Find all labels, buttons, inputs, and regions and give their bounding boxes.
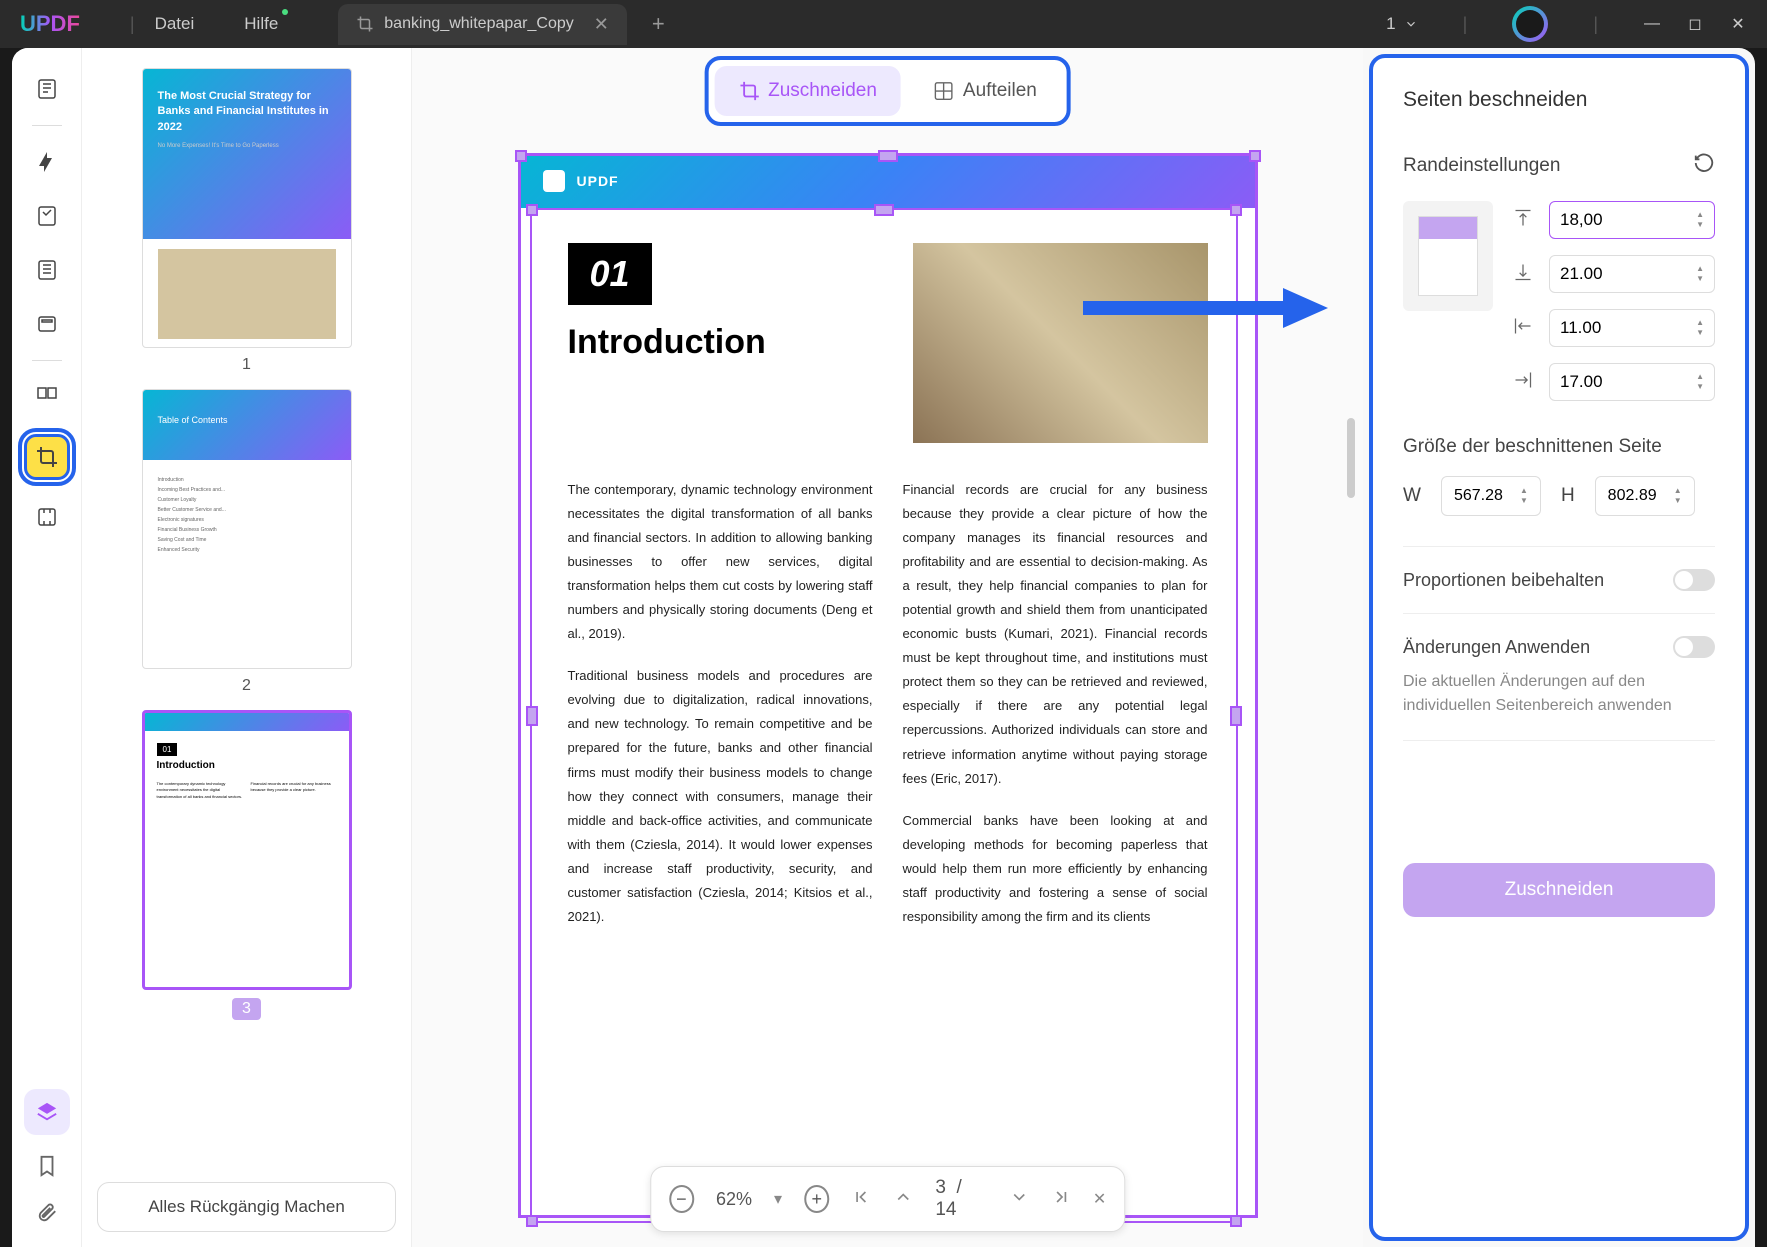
margin-right-icon	[1513, 370, 1537, 395]
next-page-button[interactable]	[1009, 1187, 1029, 1212]
annotate-tool[interactable]	[24, 193, 70, 239]
scrollbar[interactable]	[1347, 418, 1355, 498]
highlight-tool[interactable]	[24, 139, 70, 185]
split-icon	[933, 80, 955, 102]
crop-panel: Seiten beschneiden Randeinstellungen 18,…	[1369, 54, 1749, 1241]
thumb-number: 3	[232, 998, 261, 1020]
page-number: 1	[1386, 14, 1395, 34]
prev-page-button[interactable]	[893, 1187, 913, 1212]
crop-handle-tr[interactable]	[1249, 150, 1261, 162]
apply-description: Die aktuellen Änderungen auf den individ…	[1403, 670, 1715, 718]
layers-button[interactable]	[24, 1089, 70, 1135]
margin-top-icon	[1513, 208, 1537, 233]
tool-rail	[12, 48, 82, 1247]
crop-handle-r[interactable]	[1230, 706, 1242, 726]
undo-all-button[interactable]: Alles Rückgängig Machen	[97, 1182, 396, 1232]
aspect-toggle-label: Proportionen beibehalten	[1403, 570, 1604, 591]
crop-handle-br[interactable]	[1230, 1215, 1242, 1227]
maximize-button[interactable]: ◻	[1686, 15, 1704, 33]
page-info[interactable]: 3 / 14	[935, 1177, 987, 1221]
app-logo: UPDF	[20, 11, 80, 37]
crop-mode-tab[interactable]: Zuschneiden	[714, 66, 901, 116]
zoom-toolbar: − 62% ▾ + 3 / 14 ✕	[650, 1166, 1126, 1232]
canvas-area: Zuschneiden Aufteilen UPDF 01	[412, 48, 1363, 1247]
first-page-button[interactable]	[851, 1187, 871, 1212]
crop-handle-t[interactable]	[874, 204, 894, 216]
thumb-number: 2	[242, 677, 251, 695]
crop-icon	[738, 80, 760, 102]
crop-handle-t[interactable]	[878, 150, 898, 162]
crop-handle-tl[interactable]	[515, 150, 527, 162]
aspect-toggle[interactable]	[1673, 569, 1715, 591]
mode-tabs: Zuschneiden Aufteilen	[704, 56, 1071, 126]
close-toolbar-button[interactable]: ✕	[1093, 1189, 1106, 1209]
zoom-out-button[interactable]: −	[669, 1185, 694, 1213]
apply-toggle-label: Änderungen Anwenden	[1403, 637, 1590, 658]
reader-tool[interactable]	[24, 66, 70, 112]
zoom-dropdown[interactable]: ▾	[774, 1189, 782, 1209]
margin-left-input[interactable]: 11.00▲▼	[1549, 309, 1715, 347]
zoom-in-button[interactable]: +	[804, 1185, 829, 1213]
crop-frame-inner[interactable]	[530, 208, 1238, 1223]
margin-bottom-input[interactable]: 21.00▲▼	[1549, 255, 1715, 293]
margin-right-input[interactable]: 17.00▲▼	[1549, 363, 1715, 401]
margins-title: Randeinstellungen	[1403, 155, 1560, 177]
form-tool[interactable]	[24, 301, 70, 347]
reset-margins-button[interactable]	[1693, 152, 1715, 179]
thumbnail-2[interactable]: Table of ContentsIntroductionIncoming Be…	[142, 389, 352, 695]
size-title: Größe der beschnittenen Seite	[1403, 436, 1715, 458]
width-label: W	[1403, 485, 1421, 507]
crop-handle-tl[interactable]	[526, 204, 538, 216]
organize-tool[interactable]	[24, 374, 70, 420]
last-page-button[interactable]	[1051, 1187, 1071, 1212]
height-input[interactable]: 802.89▲▼	[1595, 476, 1695, 516]
edit-tool[interactable]	[24, 247, 70, 293]
page-indicator[interactable]: 1	[1386, 14, 1417, 34]
crop-label: Zuschneiden	[768, 80, 877, 102]
apply-toggle[interactable]	[1673, 636, 1715, 658]
compress-tool[interactable]	[24, 494, 70, 540]
margin-bottom-icon	[1513, 262, 1537, 287]
close-button[interactable]: ✕	[1729, 15, 1747, 33]
thumbnails-panel: The Most Crucial Strategy for Banks and …	[82, 48, 412, 1247]
ai-badge[interactable]	[1512, 6, 1548, 42]
crop-handle-l[interactable]	[526, 706, 538, 726]
crop-handle-bl[interactable]	[526, 1215, 538, 1227]
tab-title: banking_whitepapar_Copy	[384, 15, 573, 33]
tutorial-arrow	[1083, 283, 1333, 338]
tab-close-button[interactable]: ✕	[594, 14, 609, 35]
height-label: H	[1561, 485, 1575, 507]
crop-icon	[356, 15, 374, 33]
separator: |	[130, 14, 135, 35]
split-mode-tab[interactable]: Aufteilen	[909, 66, 1061, 116]
attachment-button[interactable]	[36, 1202, 58, 1229]
margin-left-icon	[1513, 316, 1537, 341]
thumbnail-3[interactable]: 01IntroductionThe contemporary dynamic t…	[142, 710, 352, 1020]
crop-handle-tr[interactable]	[1230, 204, 1242, 216]
split-label: Aufteilen	[963, 80, 1037, 102]
thumbnail-1[interactable]: The Most Crucial Strategy for Banks and …	[142, 68, 352, 374]
menu-file[interactable]: Datei	[155, 14, 195, 34]
crop-tool[interactable]	[24, 434, 70, 480]
bookmark-button[interactable]	[36, 1155, 58, 1182]
crop-apply-button[interactable]: Zuschneiden	[1403, 863, 1715, 917]
document-tab[interactable]: banking_whitepapar_Copy ✕	[338, 4, 627, 45]
margin-preview	[1403, 201, 1493, 311]
crop-tool-highlight	[18, 428, 76, 486]
width-input[interactable]: 567.28▲▼	[1441, 476, 1541, 516]
minimize-button[interactable]: —	[1643, 15, 1661, 33]
panel-title: Seiten beschneiden	[1403, 88, 1715, 112]
margin-top-input[interactable]: 18,00▲▼	[1549, 201, 1715, 239]
tab-add-button[interactable]: +	[652, 11, 665, 37]
thumb-number: 1	[242, 356, 251, 374]
zoom-value[interactable]: 62%	[716, 1189, 752, 1210]
menu-help[interactable]: Hilfe	[244, 14, 278, 34]
titlebar: UPDF | Datei Hilfe banking_whitepapar_Co…	[0, 0, 1767, 48]
chevron-down-icon	[1404, 17, 1418, 31]
